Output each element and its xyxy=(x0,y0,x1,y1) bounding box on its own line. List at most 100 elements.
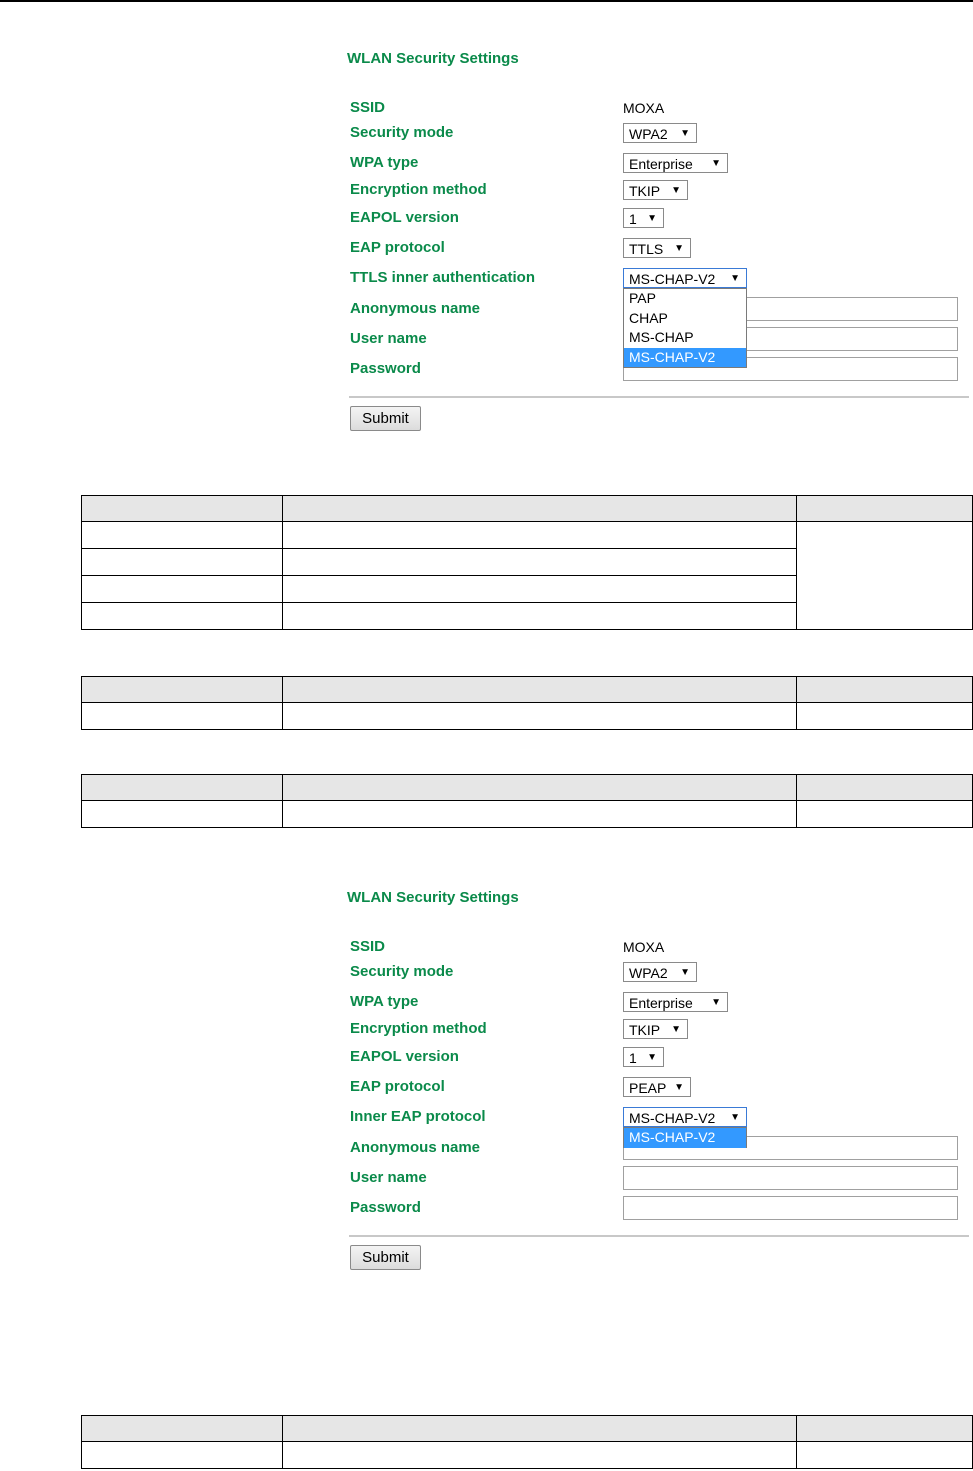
security-mode-select[interactable]: WPA2 ▼ xyxy=(623,123,697,143)
table-header-row xyxy=(81,774,973,801)
table-row xyxy=(81,800,973,828)
security-mode-label: Security mode xyxy=(350,124,454,141)
wlan-security-panel-ttls: WLAN Security Settings SSID MOXA Securit… xyxy=(344,50,969,440)
submit-button[interactable]: Submit xyxy=(350,1245,421,1270)
ttls-inner-authentication-options: PAP CHAP MS-CHAP MS-CHAP-V2 xyxy=(623,288,747,368)
table-header-cell xyxy=(81,495,283,522)
password-label: Password xyxy=(350,1199,421,1216)
table-cell xyxy=(282,575,797,603)
table-cell xyxy=(282,521,797,549)
ssid-value: MOXA xyxy=(623,939,665,955)
table-cell xyxy=(81,702,283,730)
chevron-down-icon: ▼ xyxy=(711,158,721,169)
submit-button[interactable]: Submit xyxy=(350,406,421,431)
eapol-version-value: 1 xyxy=(629,211,637,227)
chevron-down-icon: ▼ xyxy=(674,1082,684,1093)
wpa-type-select[interactable]: Enterprise ▼ xyxy=(623,992,728,1012)
inner-eap-protocol-options: MS-CHAP-V2 xyxy=(623,1127,747,1148)
user-name-input[interactable] xyxy=(623,1166,958,1190)
eap-protocol-select[interactable]: PEAP ▼ xyxy=(623,1077,691,1097)
table-cell xyxy=(81,521,283,549)
eap-protocol-label: EAP protocol xyxy=(350,1078,445,1095)
chevron-down-icon: ▼ xyxy=(680,967,690,978)
table-header-row xyxy=(81,676,973,703)
ttls-inner-authentication-select[interactable]: MS-CHAP-V2 ▼ xyxy=(623,268,747,288)
table-cell xyxy=(282,548,797,576)
table-header-row xyxy=(81,495,973,522)
chevron-down-icon: ▼ xyxy=(671,185,681,196)
encryption-method-label: Encryption method xyxy=(350,1020,487,1037)
inner-eap-protocol-value: MS-CHAP-V2 xyxy=(629,1110,716,1126)
chevron-down-icon: ▼ xyxy=(711,997,721,1008)
option-ms-chap-v2[interactable]: MS-CHAP-V2 xyxy=(624,347,746,367)
eapol-version-select[interactable]: 1 ▼ xyxy=(623,208,664,228)
ssid-label: SSID xyxy=(350,99,386,116)
table-header-cell xyxy=(282,495,797,522)
table-3 xyxy=(81,774,973,828)
table-header-row xyxy=(81,1415,973,1442)
eap-protocol-value: TTLS xyxy=(629,241,664,257)
wlan-security-panel-peap: WLAN Security Settings SSID MOXA Securit… xyxy=(344,889,969,1279)
eapol-version-label: EAPOL version xyxy=(350,1048,459,1065)
encryption-method-select[interactable]: TKIP ▼ xyxy=(623,1019,688,1039)
form-divider xyxy=(349,1235,969,1237)
eap-protocol-select[interactable]: TTLS ▼ xyxy=(623,238,691,258)
security-mode-value: WPA2 xyxy=(629,965,668,981)
encryption-method-value: TKIP xyxy=(629,1022,661,1038)
chevron-down-icon: ▼ xyxy=(671,1024,681,1035)
table-cell xyxy=(282,602,797,630)
table-cell xyxy=(796,521,973,630)
user-name-label: User name xyxy=(350,330,427,347)
table-header-cell xyxy=(796,774,973,801)
password-input[interactable] xyxy=(623,1196,958,1220)
option-chap[interactable]: CHAP xyxy=(624,309,746,329)
table-4 xyxy=(81,1415,973,1469)
encryption-method-select[interactable]: TKIP ▼ xyxy=(623,180,688,200)
table-header-cell xyxy=(796,1415,973,1442)
anonymous-name-label: Anonymous name xyxy=(350,300,481,317)
table-cell xyxy=(796,800,973,828)
table-cell xyxy=(81,548,283,576)
table-header-cell xyxy=(81,676,283,703)
inner-eap-protocol-label: Inner EAP protocol xyxy=(350,1108,486,1125)
option-ms-chap[interactable]: MS-CHAP xyxy=(624,328,746,348)
table-cell xyxy=(282,1441,797,1469)
ssid-value: MOXA xyxy=(623,100,665,116)
table-header-cell xyxy=(81,774,283,801)
eap-protocol-label: EAP protocol xyxy=(350,239,445,256)
option-pap[interactable]: PAP xyxy=(624,289,746,309)
user-name-label: User name xyxy=(350,1169,427,1186)
anonymous-name-label: Anonymous name xyxy=(350,1139,481,1156)
wpa-type-label: WPA type xyxy=(350,154,419,171)
table-2 xyxy=(81,676,973,730)
encryption-method-value: TKIP xyxy=(629,183,661,199)
security-mode-select[interactable]: WPA2 ▼ xyxy=(623,962,697,982)
page-top-rule xyxy=(0,0,973,2)
chevron-down-icon: ▼ xyxy=(647,213,657,224)
panel-title: WLAN Security Settings xyxy=(347,889,519,906)
ttls-inner-authentication-label: TTLS inner authentication xyxy=(350,269,536,286)
form-divider xyxy=(349,396,969,398)
table-cell xyxy=(282,800,797,828)
table-header-cell xyxy=(81,1415,283,1442)
chevron-down-icon: ▼ xyxy=(647,1052,657,1063)
eapol-version-select[interactable]: 1 ▼ xyxy=(623,1047,664,1067)
eapol-version-value: 1 xyxy=(629,1050,637,1066)
security-mode-value: WPA2 xyxy=(629,126,668,142)
chevron-down-icon: ▼ xyxy=(730,1112,740,1123)
option-ms-chap-v2[interactable]: MS-CHAP-V2 xyxy=(624,1128,746,1148)
table-row xyxy=(81,1441,973,1469)
wpa-type-select[interactable]: Enterprise ▼ xyxy=(623,153,728,173)
table-cell xyxy=(796,1441,973,1469)
chevron-down-icon: ▼ xyxy=(680,128,690,139)
chevron-down-icon: ▼ xyxy=(730,273,740,284)
table-header-cell xyxy=(796,495,973,522)
password-label: Password xyxy=(350,360,421,377)
table-header-cell xyxy=(282,1415,797,1442)
wpa-type-label: WPA type xyxy=(350,993,419,1010)
eap-protocol-value: PEAP xyxy=(629,1080,667,1096)
table-cell xyxy=(282,702,797,730)
inner-eap-protocol-select[interactable]: MS-CHAP-V2 ▼ xyxy=(623,1107,747,1127)
wpa-type-value: Enterprise xyxy=(629,156,693,172)
table-header-cell xyxy=(282,676,797,703)
